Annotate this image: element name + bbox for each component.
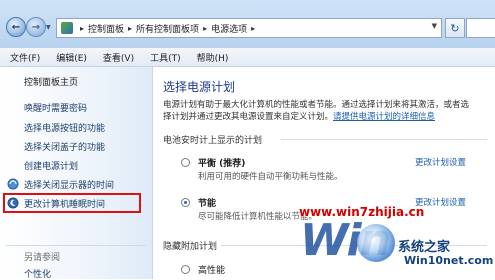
back-button[interactable]: ← (6, 17, 26, 37)
section-divider (281, 139, 487, 140)
battery-section-label: 电池安时计上显示的计划 (163, 136, 263, 146)
hidden-plans-toggle[interactable]: 隐藏附加计划 (163, 239, 217, 252)
watermark-brand: 系统之家 (398, 240, 451, 255)
plan-description: 利用可用的硬件自动平衡功耗与性能。 (198, 172, 343, 182)
plan-name[interactable]: 平衡 (推荐) (198, 156, 245, 169)
search-input[interactable] (466, 18, 495, 38)
display-off-link[interactable]: 选择关闭显示器的时间 (24, 178, 114, 191)
breadcrumb-item[interactable]: 电源选项 (211, 22, 247, 35)
recent-pages-dropdown[interactable]: ▼ (46, 24, 51, 31)
wake-password-link[interactable]: 唤醒时需要密码 (24, 101, 87, 114)
menu-bar: 文件(F) 编辑(E) 查看(V) 工具(T) 帮助(H) (0, 48, 495, 67)
description-line: 电源计划有助于最大化计算机的性能或者节能。通过选择计划来将其激活，或者选 (163, 100, 470, 110)
description-line: 择计划并通过更改其电源设置来自定义计划。 (163, 112, 334, 122)
address-dropdown-icon[interactable]: ▼ (432, 22, 437, 30)
chevron-right-icon[interactable]: ▸ (251, 24, 255, 33)
refresh-button[interactable]: ↻ (445, 18, 465, 38)
control-panel-icon (61, 22, 73, 34)
menu-view[interactable]: 查看(V) (103, 51, 134, 64)
power-button-link[interactable]: 选择电源按钮的功能 (24, 121, 105, 134)
forward-button[interactable]: → (26, 17, 46, 37)
create-plan-link[interactable]: 创建电源计划 (24, 159, 78, 172)
description: 电源计划有助于最大化计算机的性能或者节能。通过选择计划来将其激活，或者选 择计划… (163, 99, 493, 123)
menu-help[interactable]: 帮助(H) (197, 51, 229, 64)
highlight-box (3, 193, 141, 213)
plan-radio-high-performance[interactable] (181, 265, 190, 274)
personalize-link[interactable]: 个性化 (24, 267, 51, 280)
window: ← → ▼ ▸ 控制面板 ▸ 所有控制面板项 ▸ 电源选项 ▸ ▼ ↻ 文件(F… (0, 0, 495, 280)
menu-edit[interactable]: 编辑(E) (56, 51, 87, 64)
watermark-site: Win10net.com (404, 254, 494, 267)
plan-details-link[interactable]: 请提供电源计划的详细信息 (333, 112, 435, 122)
breadcrumb-item[interactable]: 所有控制面板项 (136, 22, 199, 35)
change-plan-settings-link[interactable]: 更改计划设置 (415, 156, 466, 168)
control-panel-home-link[interactable]: 控制面板主页 (24, 75, 78, 88)
chevron-right-icon: ▸ (80, 23, 85, 33)
page-title: 选择电源计划 (163, 80, 236, 94)
menu-file[interactable]: 文件(F) (10, 51, 40, 64)
task-pane: 控制面板主页 唤醒时需要密码 选择电源按钮的功能 选择关闭盖子的功能 创建电源计… (0, 67, 153, 280)
menu-tools[interactable]: 工具(T) (150, 51, 181, 64)
address-bar[interactable]: ▸ 控制面板 ▸ 所有控制面板项 ▸ 电源选项 ▸ ▼ (56, 18, 442, 38)
plan-radio-balanced[interactable] (181, 158, 190, 167)
watermark-logo-icon (357, 224, 395, 262)
breadcrumb-item[interactable]: 控制面板 (88, 22, 124, 35)
monitor-icon (7, 178, 19, 190)
plan-radio-power-saver[interactable] (181, 198, 190, 207)
chevron-right-icon[interactable]: ▸ (128, 24, 132, 33)
divider (6, 245, 146, 246)
chevron-right-icon[interactable]: ▸ (203, 24, 207, 33)
address-area: ← → ▼ ▸ 控制面板 ▸ 所有控制面板项 ▸ 电源选项 ▸ ▼ ↻ (0, 0, 495, 48)
plan-name[interactable]: 高性能 (198, 263, 225, 276)
see-also-heading: 另请参阅 (24, 253, 61, 263)
lid-close-link[interactable]: 选择关闭盖子的功能 (24, 140, 105, 153)
plan-name[interactable]: 节能 (198, 196, 216, 209)
